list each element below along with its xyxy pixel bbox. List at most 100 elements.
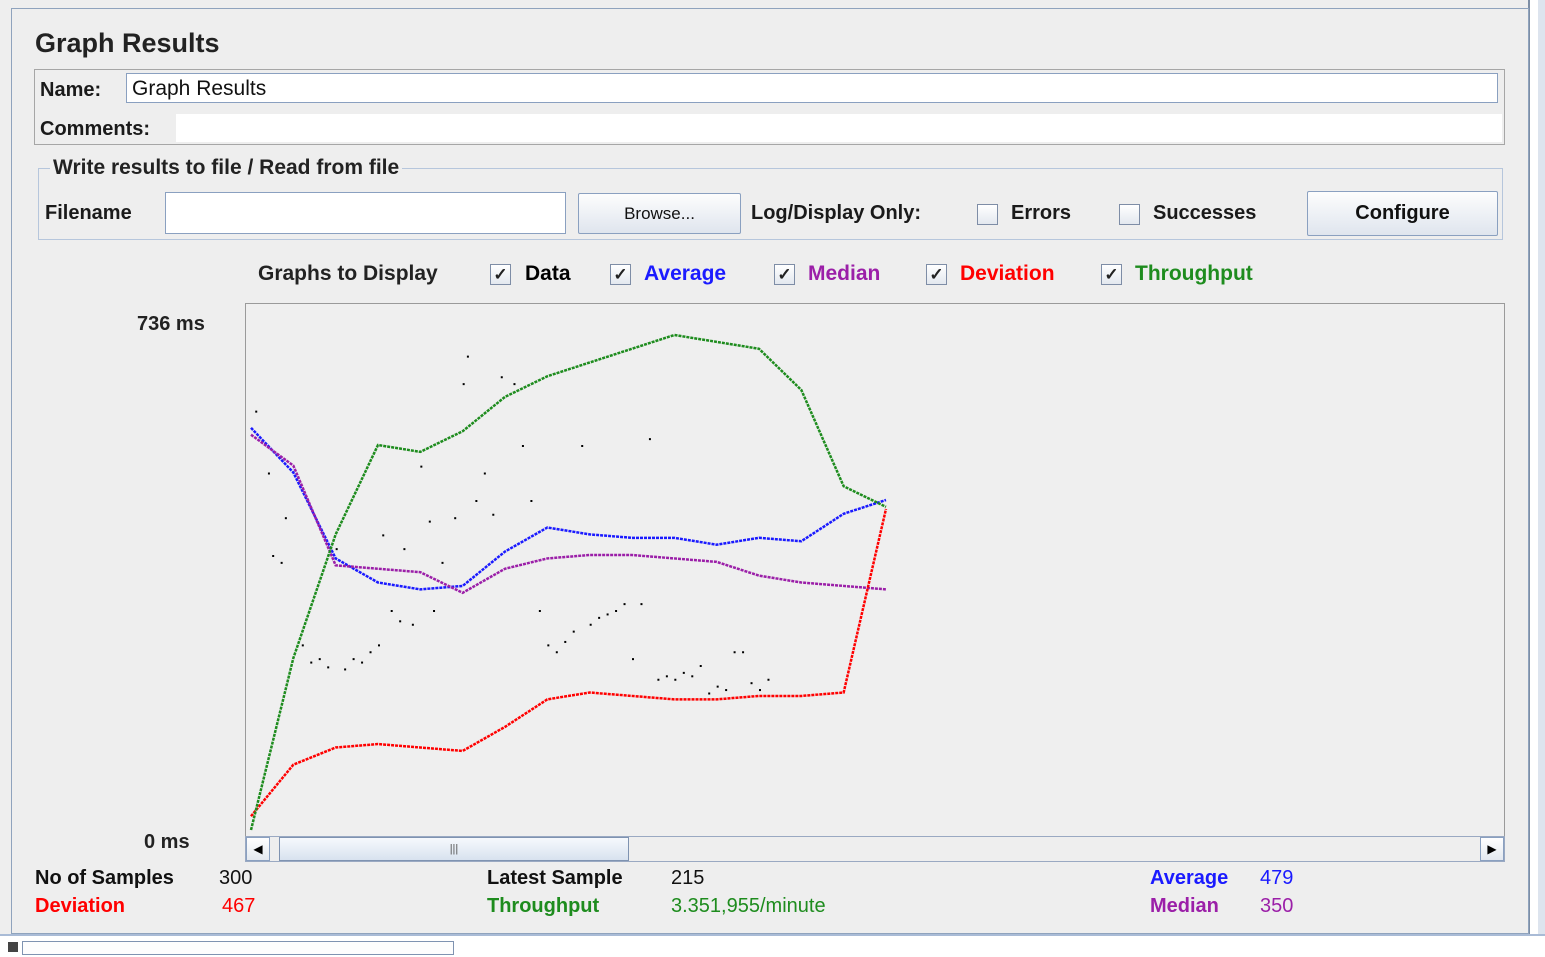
data-point <box>399 620 402 623</box>
data-point <box>301 644 304 647</box>
data-point <box>716 685 719 688</box>
latest-sample-label: Latest Sample <box>487 867 623 889</box>
data-point <box>454 517 457 520</box>
data-point <box>378 644 380 647</box>
data-point <box>725 689 728 692</box>
data-point <box>632 658 634 661</box>
data-point <box>742 651 745 654</box>
browse-button[interactable]: Browse... <box>578 193 741 234</box>
data-point <box>462 383 465 386</box>
configure-button[interactable]: Configure <box>1307 191 1498 236</box>
successes-label: Successes <box>1153 202 1257 224</box>
deviation-checkbox[interactable]: ✓ <box>926 264 947 285</box>
data-point <box>589 623 592 626</box>
data-point <box>267 472 270 475</box>
filename-field[interactable] <box>165 192 566 234</box>
data-point <box>708 692 711 695</box>
data-point <box>420 465 423 468</box>
graph-horizontal-scrollbar[interactable]: ◀ ||| ▶ <box>245 836 1505 862</box>
median-stat-label: Median <box>1150 895 1219 917</box>
data-point <box>403 548 406 551</box>
throughput-stat-label: Throughput <box>487 895 600 917</box>
outer-scroll-thumb[interactable] <box>22 941 454 955</box>
data-point <box>310 661 313 664</box>
data-point <box>441 561 444 564</box>
filename-label: Filename <box>45 202 132 224</box>
data-checkbox[interactable]: ✓ <box>490 264 511 285</box>
data-point <box>530 500 533 502</box>
data-point <box>648 438 651 441</box>
samples-label: No of Samples <box>35 867 174 889</box>
data-point <box>547 644 550 647</box>
data-point <box>500 376 503 379</box>
graph-plot-area <box>245 303 1505 837</box>
graphs-to-display-label: Graphs to Display <box>258 262 438 285</box>
median-label: Median <box>808 262 881 285</box>
scroll-left-arrow-icon[interactable]: ◀ <box>246 837 270 861</box>
data-point <box>369 651 372 654</box>
data-point <box>691 675 694 678</box>
scroll-right-arrow-icon[interactable]: ▶ <box>1480 837 1504 861</box>
data-point <box>682 671 685 674</box>
data-point <box>344 668 347 671</box>
data-point <box>623 603 626 606</box>
data-point <box>327 666 330 669</box>
data-point <box>572 630 575 633</box>
data-point <box>598 616 601 619</box>
data-point <box>665 675 668 678</box>
window-right-edge <box>1538 0 1545 940</box>
throughput-stat-value: 3.351,955/minute <box>671 895 826 917</box>
average-series-line <box>250 426 887 591</box>
data-point <box>733 651 736 654</box>
average-checkbox[interactable]: ✓ <box>610 264 631 285</box>
graph-svg <box>249 333 888 831</box>
data-point <box>767 678 770 681</box>
successes-checkbox[interactable] <box>1119 204 1140 225</box>
data-point <box>581 445 584 447</box>
deviation-stat-value: 467 <box>222 895 256 917</box>
average-stat-label: Average <box>1150 867 1229 889</box>
average-label: Average <box>644 262 727 285</box>
data-point <box>352 658 355 661</box>
comments-label: Comments: <box>40 118 151 140</box>
median-checkbox[interactable]: ✓ <box>774 264 795 285</box>
throughput-label: Throughput <box>1135 262 1253 285</box>
scroll-grip-icon <box>8 942 18 952</box>
scroll-thumb[interactable]: ||| <box>279 837 629 861</box>
data-point <box>538 610 541 612</box>
data-point <box>492 513 495 516</box>
comments-field[interactable] <box>176 114 1502 142</box>
y-axis-min-label: 0 ms <box>144 831 190 853</box>
data-point <box>555 651 558 654</box>
data-point <box>513 383 516 386</box>
average-stat-value: 479 <box>1260 867 1294 889</box>
deviation-series-line <box>250 508 888 818</box>
y-axis-max-label: 736 ms <box>137 313 205 335</box>
data-point <box>475 500 478 502</box>
panel-title: Graph Results <box>35 28 220 58</box>
data-point <box>272 555 275 557</box>
latest-sample-value: 215 <box>671 867 705 889</box>
throughput-checkbox[interactable]: ✓ <box>1101 264 1122 285</box>
data-point <box>657 678 660 681</box>
data-label: Data <box>525 262 571 285</box>
median-stat-value: 350 <box>1260 895 1294 917</box>
outer-horizontal-scrollbar[interactable] <box>0 934 1545 957</box>
data-point <box>411 623 414 626</box>
data-point <box>674 678 677 681</box>
errors-label: Errors <box>1011 202 1072 224</box>
name-field[interactable]: Graph Results <box>126 73 1498 103</box>
data-point <box>390 610 393 612</box>
data-point <box>759 689 761 692</box>
data-point <box>466 355 469 358</box>
deviation-stat-label: Deviation <box>35 895 126 917</box>
errors-checkbox[interactable] <box>977 204 998 225</box>
data-point <box>606 613 609 616</box>
data-point <box>640 603 643 606</box>
data-point <box>318 658 321 661</box>
deviation-label: Deviation <box>960 262 1055 285</box>
data-point <box>615 610 618 612</box>
data-point <box>382 534 385 537</box>
data-point <box>280 561 283 564</box>
data-point <box>564 640 567 643</box>
